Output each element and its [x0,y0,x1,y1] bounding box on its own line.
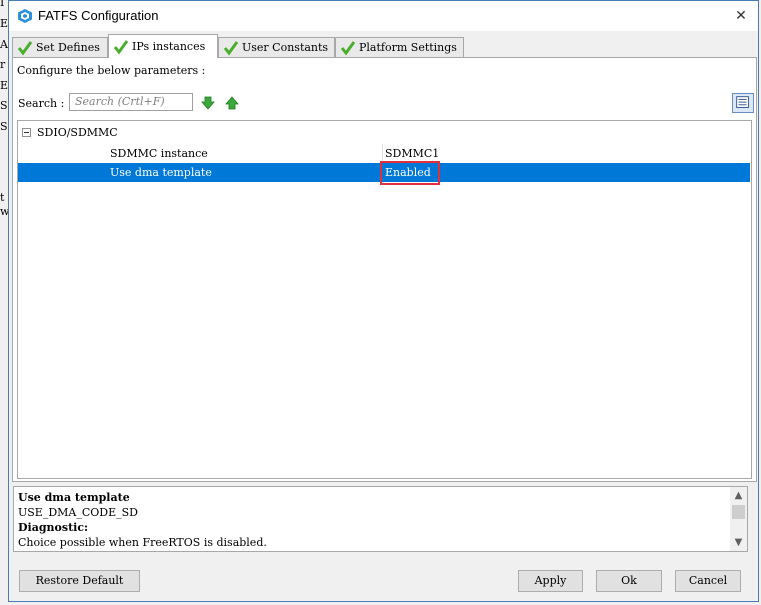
cancel-button[interactable]: Cancel [675,570,741,592]
tab-set-defines[interactable]: Set Defines [12,37,108,57]
tab-user-constants[interactable]: User Constants [218,37,335,57]
check-icon [113,39,129,54]
diagnostic-text: Choice possible when FreeRTOS is disable… [18,536,267,549]
list-view-button[interactable] [732,93,754,113]
chevron-up-icon[interactable]: ▲ [730,487,747,504]
description-title: Use dma template [18,491,130,504]
arrow-down-icon[interactable] [201,96,215,110]
collapse-icon[interactable] [22,127,31,137]
description-define: USE_DMA_CODE_SD [18,506,139,519]
arrow-up-icon[interactable] [225,96,239,110]
tab-bar: Set Defines IPs instances User Constants… [12,34,757,58]
ips-instances-panel: Configure the below parameters : Search … [12,57,757,482]
param-value[interactable]: SDMMC1 [385,147,439,160]
tab-label: Set Defines [36,41,100,54]
tab-platform-settings[interactable]: Platform Settings [335,37,464,57]
search-input[interactable]: Search (Crtl+F) [69,93,193,111]
window-title: FATFS Configuration [38,8,159,23]
search-label: Search : [18,97,65,110]
tab-label: IPs instances [132,40,206,53]
tab-label: Platform Settings [359,41,457,54]
description-panel: Use dma template USE_DMA_CODE_SD Diagnos… [13,486,748,552]
param-name: Use dma template [110,166,212,179]
ok-button[interactable]: Ok [596,570,662,592]
apply-button[interactable]: Apply [518,570,583,592]
cube-icon [18,9,32,23]
table-row-selected[interactable]: Use dma template Enabled [18,161,750,185]
group-label: SDIO/SDMMC [37,125,118,139]
fatfs-configuration-dialog: FATFS Configuration ✕ Set Defines IPs in… [8,0,759,602]
highlight-box [380,161,440,185]
check-icon [17,40,33,55]
chevron-down-icon[interactable]: ▼ [730,534,747,551]
title-bar: FATFS Configuration ✕ [9,1,758,31]
restore-default-button[interactable]: Restore Default [19,570,140,592]
configure-instructions: Configure the below parameters : [17,64,206,77]
param-name: SDMMC instance [110,147,208,160]
check-icon [340,40,356,55]
tab-ips-instances[interactable]: IPs instances [108,34,218,58]
list-view-icon [736,96,749,108]
close-button[interactable]: ✕ [730,5,752,27]
tree-group-sdio-sdmmc[interactable]: SDIO/SDMMC [18,123,118,141]
check-icon [223,40,239,55]
description-scrollbar[interactable]: ▲ ▼ [730,487,747,551]
tab-label: User Constants [242,41,329,54]
scrollbar-thumb[interactable] [732,505,745,519]
diagnostic-label: Diagnostic: [18,521,89,534]
parameter-tree: SDIO/SDMMC SDMMC instance SDMMC1 Use dma… [17,120,752,479]
